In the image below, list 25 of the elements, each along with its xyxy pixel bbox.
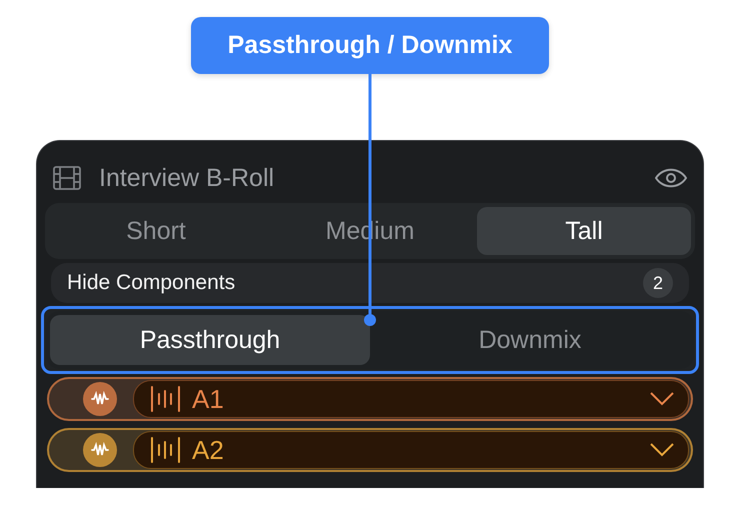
mix-tab[interactable]: Passthrough <box>50 315 370 365</box>
track-selector[interactable]: A2 <box>133 431 689 469</box>
film-icon <box>53 166 81 190</box>
mix-tab[interactable]: Downmix <box>370 315 690 365</box>
track-selector[interactable]: A1 <box>133 380 689 418</box>
panel-title: Interview B-Roll <box>99 164 276 192</box>
track-label: A1 <box>192 384 225 414</box>
audio-track[interactable]: A1 <box>47 377 693 421</box>
chevron-down-icon[interactable] <box>650 392 674 406</box>
eye-icon[interactable] <box>655 167 687 189</box>
chevron-down-icon[interactable] <box>650 443 674 457</box>
audio-bars-icon <box>150 386 182 412</box>
waveform-icon <box>91 442 109 458</box>
waveform-icon <box>91 391 109 407</box>
hide-components-label: Hide Components <box>67 271 236 295</box>
hide-components-row[interactable]: Hide Components 2 <box>51 263 689 303</box>
audio-bars-icon <box>150 437 182 463</box>
track-button[interactable] <box>83 433 117 467</box>
track-label: A2 <box>192 434 225 466</box>
count-badge: 2 <box>643 268 673 298</box>
track-button[interactable] <box>83 382 117 416</box>
audio-track[interactable]: A2 <box>47 428 693 472</box>
size-tab[interactable]: Tall <box>477 207 691 255</box>
callout-label: Passthrough / Downmix <box>191 17 549 74</box>
size-tab[interactable]: Short <box>49 207 263 255</box>
